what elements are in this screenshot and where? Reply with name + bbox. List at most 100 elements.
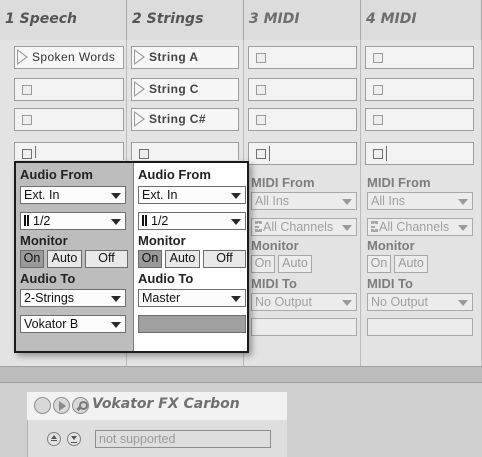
audio-input-channel-dropdown[interactable]: 1/2 — [20, 212, 126, 230]
clip-slot-strings-2[interactable]: String C — [131, 78, 239, 101]
stop-button-icon[interactable] — [22, 85, 32, 95]
io-panel-midi-3: MIDI From All Ins All Channels Monitor O… — [251, 175, 361, 355]
midi-input-channel-dropdown[interactable]: All Channels — [367, 218, 473, 236]
stop-button-icon[interactable] — [373, 115, 383, 125]
dropdown-value: No Output — [255, 295, 312, 309]
audio-io-popup: Audio From Ext. In 1/2 Monitor On Auto O… — [14, 161, 249, 353]
stop-button-icon[interactable] — [256, 149, 266, 159]
chevron-down-icon — [111, 296, 121, 302]
midi-output-type-dropdown[interactable]: No Output — [367, 293, 473, 311]
stop-button-icon[interactable] — [373, 53, 383, 63]
track-stop-midi4[interactable] — [365, 142, 474, 165]
clip-name: String C — [149, 82, 199, 96]
audio-output-type-dropdown[interactable]: Master — [138, 289, 246, 307]
empty-slot-midi4-1[interactable] — [365, 46, 474, 69]
view-divider[interactable] — [0, 366, 482, 383]
empty-slot-speech-2[interactable] — [14, 78, 124, 101]
empty-slot-midi3-2[interactable] — [248, 78, 357, 101]
empty-slot-midi3-3[interactable] — [248, 108, 357, 131]
midi-input-type-dropdown[interactable]: All Ins — [251, 192, 357, 210]
audio-input-type-dropdown[interactable]: Ext. In — [138, 186, 246, 204]
clip-slot-strings-1[interactable]: String A — [131, 46, 239, 69]
dropdown-value: 2-Strings — [24, 291, 75, 305]
play-circle-icon[interactable] — [53, 397, 70, 414]
track-stop-speech[interactable] — [14, 142, 124, 160]
dropdown-value: All Ins — [371, 194, 406, 208]
monitor-in-button[interactable]: On — [251, 255, 275, 273]
midi-to-label: MIDI To — [251, 276, 297, 291]
track-header-speech[interactable]: 1 Speech — [0, 0, 127, 40]
stop-button-icon[interactable] — [256, 115, 266, 125]
dropdown-value: No Output — [371, 295, 428, 309]
midi-input-channel-dropdown[interactable]: All Channels — [251, 218, 357, 236]
audio-output-channel-dropdown[interactable] — [138, 315, 246, 333]
empty-slot-midi3-1[interactable] — [248, 46, 357, 69]
stop-button-icon[interactable] — [373, 85, 383, 95]
dropdown-value: Master — [142, 291, 181, 305]
wrench-icon[interactable] — [72, 397, 89, 414]
dropdown-value: Vokator B — [24, 317, 79, 331]
audio-from-label: Audio From — [20, 167, 93, 182]
play-icon[interactable] — [17, 49, 28, 65]
track-header-midi-3[interactable]: 3 MIDI — [244, 0, 361, 40]
dropdown-value: All Channels — [379, 220, 450, 234]
chevron-down-icon — [111, 219, 121, 225]
audio-from-label: Audio From — [138, 167, 211, 182]
empty-slot-midi4-2[interactable] — [365, 78, 474, 101]
eject-icon[interactable] — [47, 432, 61, 446]
play-icon[interactable] — [134, 111, 145, 127]
midi-input-type-dropdown[interactable]: All Ins — [367, 192, 473, 210]
load-icon[interactable] — [67, 432, 81, 446]
stop-button-icon[interactable] — [256, 85, 266, 95]
midi-from-label: MIDI From — [367, 175, 431, 190]
clip-name: String A — [149, 50, 199, 64]
chevron-down-icon — [458, 199, 468, 205]
chevron-down-icon — [111, 322, 121, 328]
monitor-auto-button[interactable]: Auto — [165, 250, 200, 268]
chevron-down-icon — [458, 225, 468, 231]
dropdown-value: Ext. In — [24, 188, 60, 202]
monitor-in-button[interactable]: On — [138, 250, 162, 268]
clip-name: Spoken Words — [32, 50, 116, 64]
monitor-auto-button[interactable]: Auto — [394, 255, 428, 273]
midi-output-type-dropdown[interactable]: No Output — [251, 293, 357, 311]
chevron-down-icon — [231, 219, 241, 225]
plugin-status-field: not supported — [95, 430, 271, 448]
monitor-auto-button[interactable]: Auto — [47, 250, 82, 268]
empty-slot-speech-3[interactable] — [14, 108, 124, 131]
monitor-in-button[interactable]: On — [367, 255, 391, 273]
clip-slot-strings-3[interactable]: String C# — [131, 108, 239, 131]
audio-input-type-dropdown[interactable]: Ext. In — [20, 186, 126, 204]
track-stop-midi3[interactable] — [248, 142, 357, 165]
channel-icon — [371, 221, 375, 232]
track-stop-strings[interactable] — [131, 142, 239, 160]
chevron-down-icon — [111, 193, 121, 199]
divider-mark — [269, 146, 270, 161]
stop-button-icon[interactable] — [139, 149, 149, 159]
monitor-auto-button[interactable]: Auto — [278, 255, 312, 273]
monitor-off-button[interactable]: Off — [203, 250, 246, 268]
stop-button-icon[interactable] — [22, 115, 32, 125]
stop-button-icon[interactable] — [22, 149, 32, 159]
monitor-in-button[interactable]: On — [20, 250, 44, 268]
clip-slot-speech-1[interactable]: Spoken Words — [14, 46, 124, 69]
io-panel-midi-4: MIDI From All Ins All Channels Monitor O… — [367, 175, 479, 355]
dropdown-value: Ext. In — [142, 188, 178, 202]
play-icon[interactable] — [134, 49, 145, 65]
audio-output-channel-dropdown[interactable]: Vokator B — [20, 315, 126, 333]
audio-output-type-dropdown[interactable]: 2-Strings — [20, 289, 126, 307]
stop-button-icon[interactable] — [373, 149, 383, 159]
track-header-strings[interactable]: 2 Strings — [127, 0, 244, 40]
divider-mark — [386, 146, 387, 161]
midi-output-channel-dropdown[interactable] — [367, 318, 473, 336]
empty-slot-midi4-3[interactable] — [365, 108, 474, 131]
midi-output-channel-dropdown[interactable] — [251, 318, 357, 336]
monitor-off-button[interactable]: Off — [85, 250, 128, 268]
device-power-icon[interactable] — [34, 397, 51, 414]
play-icon[interactable] — [134, 81, 145, 97]
track-header-midi-4[interactable]: 4 MIDI — [361, 0, 482, 40]
dropdown-value: All Channels — [263, 220, 334, 234]
audio-input-channel-dropdown[interactable]: 1/2 — [138, 212, 246, 230]
stop-button-icon[interactable] — [256, 53, 266, 63]
monitor-label: Monitor — [251, 238, 299, 253]
